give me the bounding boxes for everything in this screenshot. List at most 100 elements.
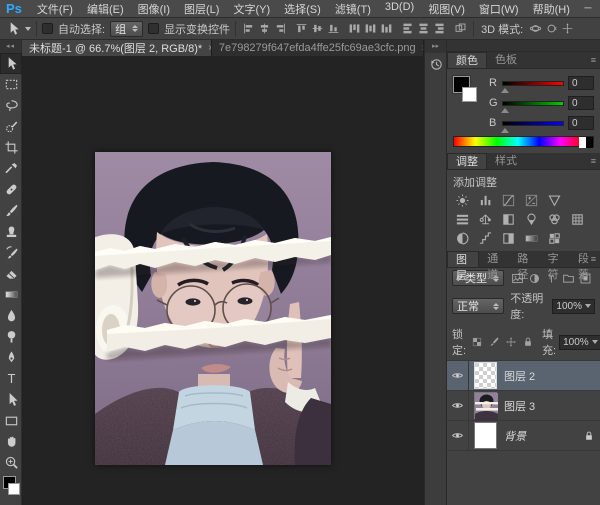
tool-type[interactable]: T xyxy=(0,368,22,389)
layer-name[interactable]: 图层 2 xyxy=(504,368,600,384)
filter-type-button[interactable]: T xyxy=(544,271,559,286)
adjustment-adj-colorlookup-button[interactable] xyxy=(568,211,587,228)
layer-name[interactable]: 背景 xyxy=(504,428,578,444)
align-left-button[interactable] xyxy=(241,21,256,36)
adjustment-adj-threshold-button[interactable] xyxy=(499,230,518,247)
tool-marquee[interactable] xyxy=(0,74,22,95)
history-panel-button[interactable] xyxy=(425,53,447,75)
adjustment-adj-levels-button[interactable] xyxy=(476,192,495,209)
filter-smart-button[interactable] xyxy=(578,271,593,286)
align-hcenter-button[interactable] xyxy=(257,21,272,36)
color-tab-颜色[interactable]: 颜色 xyxy=(447,52,487,68)
layer-row[interactable]: 图层 2 xyxy=(447,361,600,391)
layer-thumbnail[interactable] xyxy=(474,422,497,449)
auto-select-checkbox[interactable] xyxy=(42,23,53,34)
adjustment-adj-photofilter-button[interactable] xyxy=(522,211,541,228)
channel-slider[interactable] xyxy=(502,121,564,126)
menu-item[interactable]: 选择(S) xyxy=(277,1,328,17)
dock-collapse-button[interactable]: ▸▸ xyxy=(425,40,446,53)
adjustment-adj-blackwhite-button[interactable] xyxy=(499,211,518,228)
quick-mask-button[interactable] xyxy=(0,501,22,505)
adjustment-adj-channelmixer-button[interactable] xyxy=(545,211,564,228)
tool-crop[interactable] xyxy=(0,137,22,158)
channel-value[interactable]: 0 xyxy=(568,76,594,90)
adjustment-adj-hue-button[interactable] xyxy=(453,211,472,228)
adjustment-adj-vibrance-button[interactable] xyxy=(545,192,564,209)
slider-marker-icon[interactable] xyxy=(501,88,509,93)
toolbar-collapse-button[interactable]: ◂◂ xyxy=(0,40,21,53)
color-swatch-widget[interactable] xyxy=(0,475,22,501)
slider-marker-icon[interactable] xyxy=(501,108,509,113)
tool-stamp[interactable] xyxy=(0,221,22,242)
panel-menu-icon[interactable]: ≡ xyxy=(591,55,596,65)
lock-all-button[interactable] xyxy=(520,335,535,350)
align-top-button[interactable] xyxy=(294,21,309,36)
layer-thumbnail[interactable] xyxy=(474,362,497,389)
layer-visibility-toggle[interactable] xyxy=(447,421,469,451)
tool-eyedropper[interactable] xyxy=(0,158,22,179)
dist-left-button[interactable] xyxy=(400,21,415,36)
layers-tab-路径[interactable]: 路径 xyxy=(509,251,539,267)
dist-top-button[interactable] xyxy=(347,21,362,36)
dist-hcenter-button[interactable] xyxy=(416,21,431,36)
adjustment-adj-gradientmap-button[interactable] xyxy=(522,230,541,247)
align-right-button[interactable] xyxy=(273,21,288,36)
adjust-tab-样式[interactable]: 样式 xyxy=(487,153,525,169)
auto-align-button[interactable] xyxy=(453,21,468,36)
menu-item[interactable]: 文件(F) xyxy=(30,1,80,17)
layers-tab-通道[interactable]: 通道 xyxy=(479,251,509,267)
tool-pathselect[interactable] xyxy=(0,389,22,410)
layer-visibility-toggle[interactable] xyxy=(447,361,469,391)
layers-tab-字符[interactable]: 字符 xyxy=(540,251,570,267)
tool-historybrush[interactable] xyxy=(0,242,22,263)
menu-item[interactable]: 滤镜(T) xyxy=(328,1,378,17)
tool-lasso[interactable] xyxy=(0,95,22,116)
filter-adjustment-button[interactable] xyxy=(527,271,542,286)
move-tool-preset-icon[interactable] xyxy=(4,20,22,38)
color-swatches[interactable] xyxy=(453,74,483,108)
lock-position-button[interactable] xyxy=(503,335,518,350)
document-tab[interactable]: 7e798279f647efda4ffe25fc69ae3cfc.png× xyxy=(212,40,424,56)
layer-visibility-toggle[interactable] xyxy=(447,391,469,421)
menu-item[interactable]: 编辑(E) xyxy=(80,1,131,17)
tool-pen[interactable] xyxy=(0,347,22,368)
tool-healing[interactable] xyxy=(0,179,22,200)
align-vcenter-button[interactable] xyxy=(310,21,325,36)
3d-rotate-button[interactable] xyxy=(528,21,543,36)
auto-select-dropdown[interactable]: 组 xyxy=(110,21,143,37)
layer-row[interactable]: 背景 xyxy=(447,421,600,451)
3d-roll-button[interactable] xyxy=(544,21,559,36)
adjustment-adj-invert-button[interactable] xyxy=(453,230,472,247)
tool-dodge[interactable] xyxy=(0,326,22,347)
tool-zoom[interactable] xyxy=(0,452,22,473)
menu-item[interactable]: 帮助(H) xyxy=(526,1,577,17)
ramp-black-swatch[interactable] xyxy=(586,137,593,148)
dist-right-button[interactable] xyxy=(432,21,447,36)
adjustment-adj-selectivecolor-button[interactable] xyxy=(545,230,564,247)
panel-menu-icon[interactable]: ≡ xyxy=(591,156,596,166)
lock-pixels-button[interactable] xyxy=(486,335,501,350)
menu-item[interactable]: 3D(D) xyxy=(378,1,421,17)
adjustment-adj-brightness-button[interactable] xyxy=(453,192,472,209)
tool-blur[interactable] xyxy=(0,305,22,326)
show-transform-checkbox[interactable] xyxy=(148,23,159,34)
canvas-area[interactable] xyxy=(22,56,424,505)
panel-menu-icon[interactable]: ≡ xyxy=(591,254,596,264)
layer-thumbnail[interactable] xyxy=(474,392,497,419)
menu-item[interactable]: 文字(Y) xyxy=(226,1,277,17)
channel-slider[interactable] xyxy=(502,81,564,86)
tool-move[interactable] xyxy=(0,53,22,74)
adjustment-adj-colorbalance-button[interactable] xyxy=(476,211,495,228)
align-bottom-button[interactable] xyxy=(326,21,341,36)
lock-transparent-button[interactable] xyxy=(469,335,484,350)
channel-value[interactable]: 0 xyxy=(568,116,594,130)
menu-item[interactable]: 视图(V) xyxy=(421,1,472,17)
adjustment-adj-curves-button[interactable] xyxy=(499,192,518,209)
menu-item[interactable]: 图层(L) xyxy=(177,1,226,17)
tool-shape[interactable] xyxy=(0,410,22,431)
background-swatch[interactable] xyxy=(462,87,477,102)
filter-group-button[interactable] xyxy=(561,271,576,286)
dist-bottom-button[interactable] xyxy=(379,21,394,36)
slider-marker-icon[interactable] xyxy=(501,128,509,133)
dist-vcenter-button[interactable] xyxy=(363,21,378,36)
